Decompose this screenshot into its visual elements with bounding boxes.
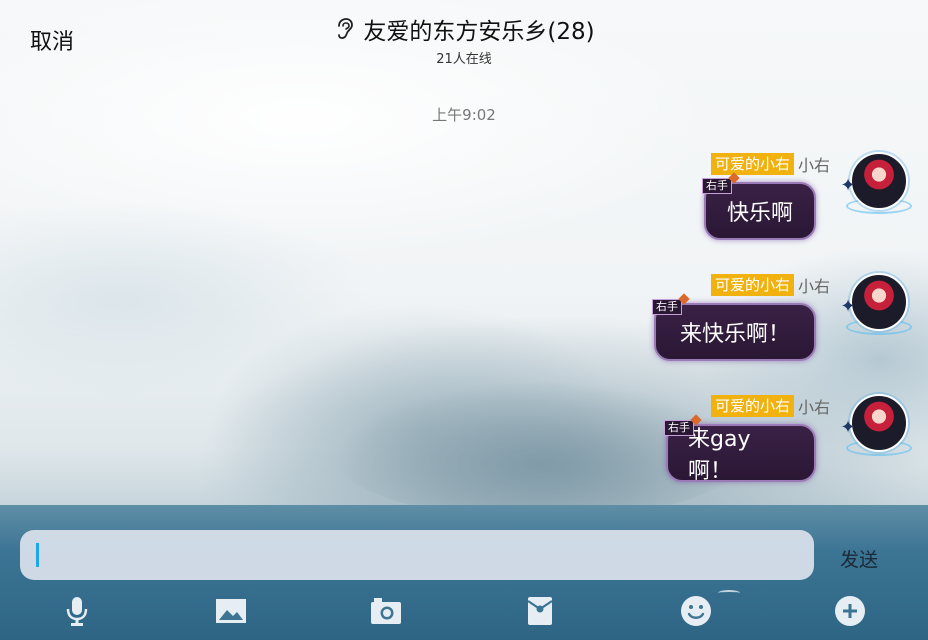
image-icon[interactable] — [214, 594, 248, 628]
chat-header: 取消 友爱的东方安乐乡(28) 21人在线 — [0, 0, 928, 80]
avatar[interactable] — [850, 394, 908, 452]
bubble-tag: 右手 — [664, 420, 694, 436]
emoji-icon[interactable] — [679, 594, 713, 628]
message-text: 来gay啊！ — [688, 427, 751, 484]
message-bubble[interactable]: 右手 快乐啊 — [702, 178, 816, 240]
sender-row: 可爱的小右 小右 — [710, 394, 830, 418]
input-toolbar — [0, 590, 928, 634]
title-badge: 可爱的小右 — [710, 274, 794, 296]
sender-row: 可爱的小右 小右 — [710, 152, 830, 176]
plus-icon[interactable] — [833, 594, 867, 628]
sender-name: 小右 — [797, 398, 830, 417]
chat-message: ✦ 可爱的小右 小右 右手 来快乐啊！ — [508, 273, 912, 383]
avatar[interactable] — [850, 273, 908, 331]
message-input[interactable] — [20, 530, 814, 580]
online-count: 21人在线 — [436, 52, 492, 67]
microphone-icon[interactable] — [60, 594, 94, 628]
group-title: 友爱的东方安乐乡(28) — [363, 19, 595, 45]
message-bubble[interactable]: 右手 来gay啊！ — [664, 420, 816, 484]
ear-icon[interactable] — [333, 17, 355, 41]
message-timestamp: 上午9:02 — [432, 106, 496, 124]
red-packet-icon[interactable] — [523, 594, 557, 628]
title-line: 友爱的东方安乐乡(28) — [333, 12, 595, 46]
send-button[interactable]: 发送 — [840, 545, 878, 572]
chat-message: ✦ 可爱的小右 小右 右手 快乐啊 — [508, 152, 912, 262]
title-badge: 可爱的小右 — [710, 153, 794, 175]
message-text: 来快乐啊！ — [679, 322, 790, 347]
avatar[interactable] — [850, 152, 908, 210]
bubble-tag: 右手 — [702, 178, 732, 194]
sender-name: 小右 — [797, 156, 830, 175]
message-text: 快乐啊 — [726, 201, 793, 226]
message-bubble[interactable]: 右手 来快乐啊！ — [652, 299, 816, 361]
sender-row: 可爱的小右 小右 — [710, 273, 830, 297]
star-icon: ✦ — [840, 296, 856, 317]
title-badge: 可爱的小右 — [710, 395, 794, 417]
camera-icon[interactable] — [369, 594, 403, 628]
title-block: 友爱的东方安乐乡(28) 21人在线 — [0, 12, 928, 67]
star-icon: ✦ — [840, 417, 856, 438]
text-cursor — [36, 543, 39, 567]
sender-name: 小右 — [797, 277, 830, 296]
bubble-tag: 右手 — [652, 299, 682, 315]
star-icon: ✦ — [840, 175, 856, 196]
chat-message: ✦ 可爱的小右 小右 右手 来gay啊！ — [508, 394, 912, 504]
